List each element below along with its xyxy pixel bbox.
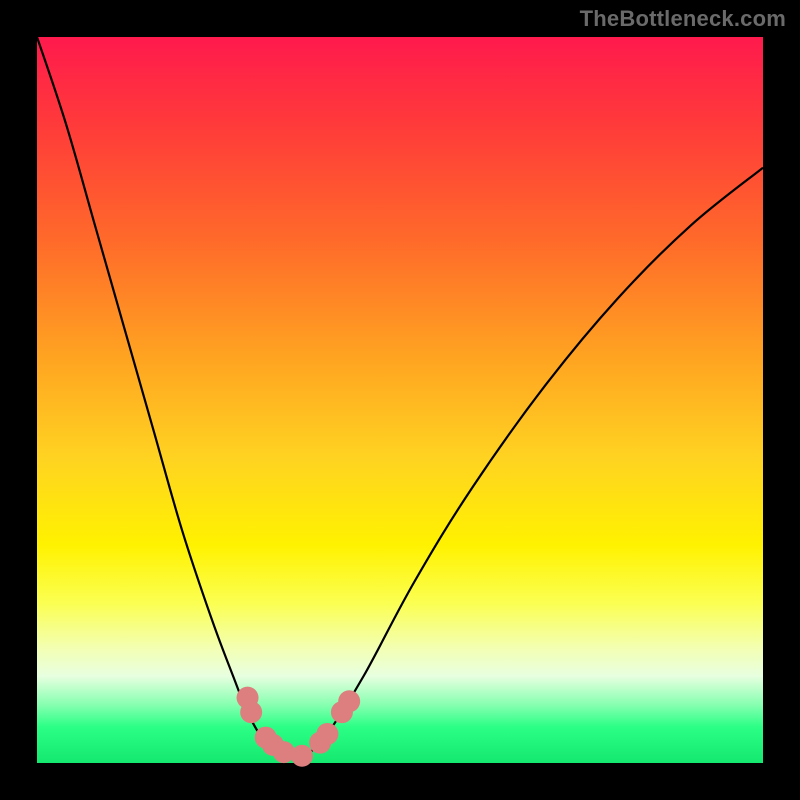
marker-point	[240, 701, 262, 723]
marker-point	[316, 723, 338, 745]
watermark-text: TheBottleneck.com	[580, 6, 786, 32]
marker-point	[338, 690, 360, 712]
chart-frame: TheBottleneck.com	[0, 0, 800, 800]
marker-point	[273, 741, 295, 763]
marker-point	[291, 745, 313, 767]
bottleneck-curve	[37, 37, 763, 756]
chart-svg	[37, 37, 763, 763]
